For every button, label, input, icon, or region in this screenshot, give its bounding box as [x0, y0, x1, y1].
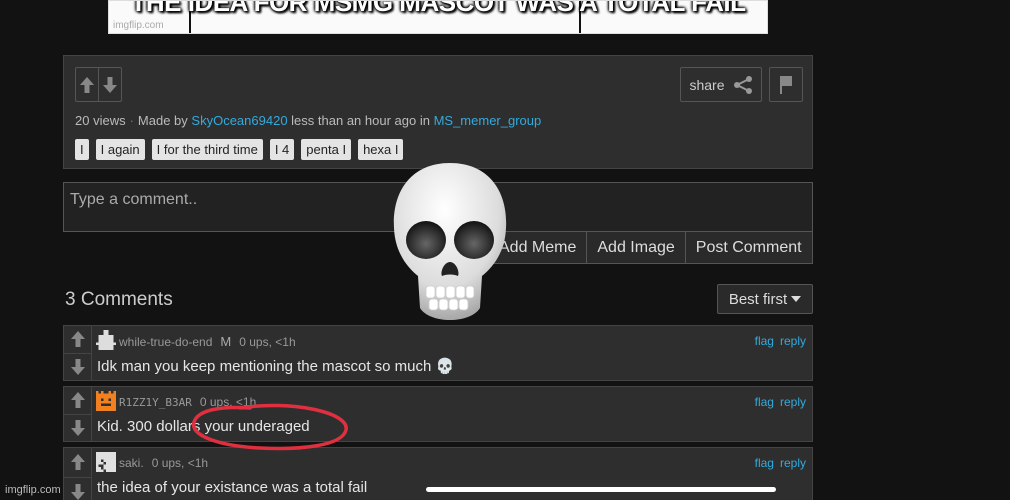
comment-text: Idk man you keep mentioning the mascot s… — [97, 358, 455, 375]
comment-links: flag reply — [755, 456, 806, 470]
comment-username[interactable]: while-true-do-end — [119, 335, 212, 349]
author-link[interactable]: SkyOcean69420 — [191, 113, 287, 128]
stream-link[interactable]: MS_memer_group — [434, 113, 542, 128]
comment-upvote-button[interactable] — [64, 326, 91, 353]
comment-vote — [64, 448, 92, 500]
comment-count: 3 Comments — [65, 289, 173, 310]
share-label: share — [689, 76, 725, 93]
flag-post-button[interactable] — [769, 67, 803, 102]
skull-emoji-overlay — [393, 163, 507, 320]
arrow-down-icon — [70, 419, 85, 436]
flag-icon — [780, 75, 792, 94]
mod-badge: M — [220, 334, 232, 349]
red-circle-annotation — [192, 403, 348, 451]
comment-actions: Add Meme Add Image Post Comment — [488, 232, 813, 264]
post-vote-group — [75, 67, 122, 102]
comment-item: while-true-do-end M 0 ups, <1h Idk man you… — [63, 325, 813, 381]
flag-link[interactable]: flag — [755, 395, 774, 409]
comment-downvote-button[interactable] — [64, 413, 91, 442]
arrow-up-icon — [70, 331, 85, 348]
flag-link[interactable]: flag — [755, 334, 774, 348]
reply-link[interactable]: reply — [780, 395, 806, 409]
avatar[interactable] — [96, 452, 116, 472]
comment-placeholder: Type a comment.. — [70, 191, 198, 208]
post-meta: 20 views · Made by SkyOcean69420 less than… — [75, 113, 542, 128]
arrow-up-icon — [80, 76, 94, 93]
comment-text: the idea of your existance was a total f… — [97, 479, 368, 496]
add-image-button[interactable]: Add Image — [586, 232, 684, 263]
made-by-label: Made by — [137, 113, 188, 128]
home-indicator — [426, 487, 776, 492]
meme-image: THE IDEA FOR MSMG MASCOT WAS A TOTAL FAI… — [108, 0, 768, 34]
comment-upvote-button[interactable] — [64, 448, 91, 477]
tag[interactable]: I 4 — [269, 139, 295, 160]
comment-links: flag reply — [755, 334, 806, 348]
avatar[interactable] — [96, 391, 116, 411]
meme-watermark: imgflip.com — [113, 20, 164, 31]
tag[interactable]: I again — [95, 139, 145, 160]
arrow-down-icon — [103, 76, 117, 93]
post-time: less than an hour ago in — [291, 113, 430, 128]
post-comment-button[interactable]: Post Comment — [684, 232, 812, 263]
caret-down-icon — [791, 296, 802, 302]
reply-link[interactable]: reply — [780, 456, 806, 470]
arrow-down-icon — [70, 358, 85, 375]
tag[interactable]: I for the third time — [151, 139, 263, 160]
comment-upvote-button[interactable] — [64, 387, 91, 414]
reply-link[interactable]: reply — [780, 334, 806, 348]
sort-label: Best first — [728, 290, 788, 308]
share-button[interactable]: share — [680, 67, 762, 102]
share-icon — [733, 75, 752, 94]
downvote-button[interactable] — [98, 68, 121, 101]
imgflip-watermark: imgflip.com — [5, 484, 61, 496]
sort-dropdown[interactable]: Best first — [717, 284, 813, 314]
comment-links: flag reply — [755, 395, 806, 409]
comment-downvote-button[interactable] — [64, 476, 91, 500]
view-count: 20 views — [75, 113, 126, 128]
tag[interactable]: hexa I — [358, 139, 404, 160]
screenshot-root: THE IDEA FOR MSMG MASCOT WAS A TOTAL FAI… — [0, 0, 1010, 500]
tag[interactable]: penta I — [301, 139, 352, 160]
arrow-up-icon — [70, 454, 85, 471]
meme-caption: THE IDEA FOR MSMG MASCOT WAS A TOTAL FAI… — [130, 0, 746, 17]
avatar[interactable] — [96, 330, 116, 350]
comment-vote — [64, 387, 92, 441]
comment-username[interactable]: saki. — [119, 456, 144, 470]
arrow-up-icon — [70, 392, 85, 409]
comment-meta: 0 ups, <1h — [239, 335, 296, 349]
upvote-button[interactable] — [76, 68, 98, 101]
comment-item: saki. 0 ups, <1h the idea of your existan… — [63, 447, 813, 500]
comment-meta: 0 ups, <1h — [151, 456, 209, 470]
post-panel: share 20 views · Made by SkyOcean69420 les… — [63, 55, 813, 169]
arrow-down-icon — [70, 483, 85, 500]
flag-link[interactable]: flag — [755, 456, 774, 470]
comment-vote — [64, 326, 92, 380]
comment-downvote-button[interactable] — [64, 352, 91, 381]
comment-header: while-true-do-end M 0 ups, <1h — [119, 334, 296, 349]
comment-header: saki. 0 ups, <1h — [119, 456, 208, 470]
tag[interactable]: I — [75, 139, 89, 160]
comment-item: R1ZZ1Y_B3AR 0 ups, <1h Kid. 300 dollars y… — [63, 386, 813, 442]
tag-list: I I again I for the third time I 4 penta… — [75, 139, 404, 160]
